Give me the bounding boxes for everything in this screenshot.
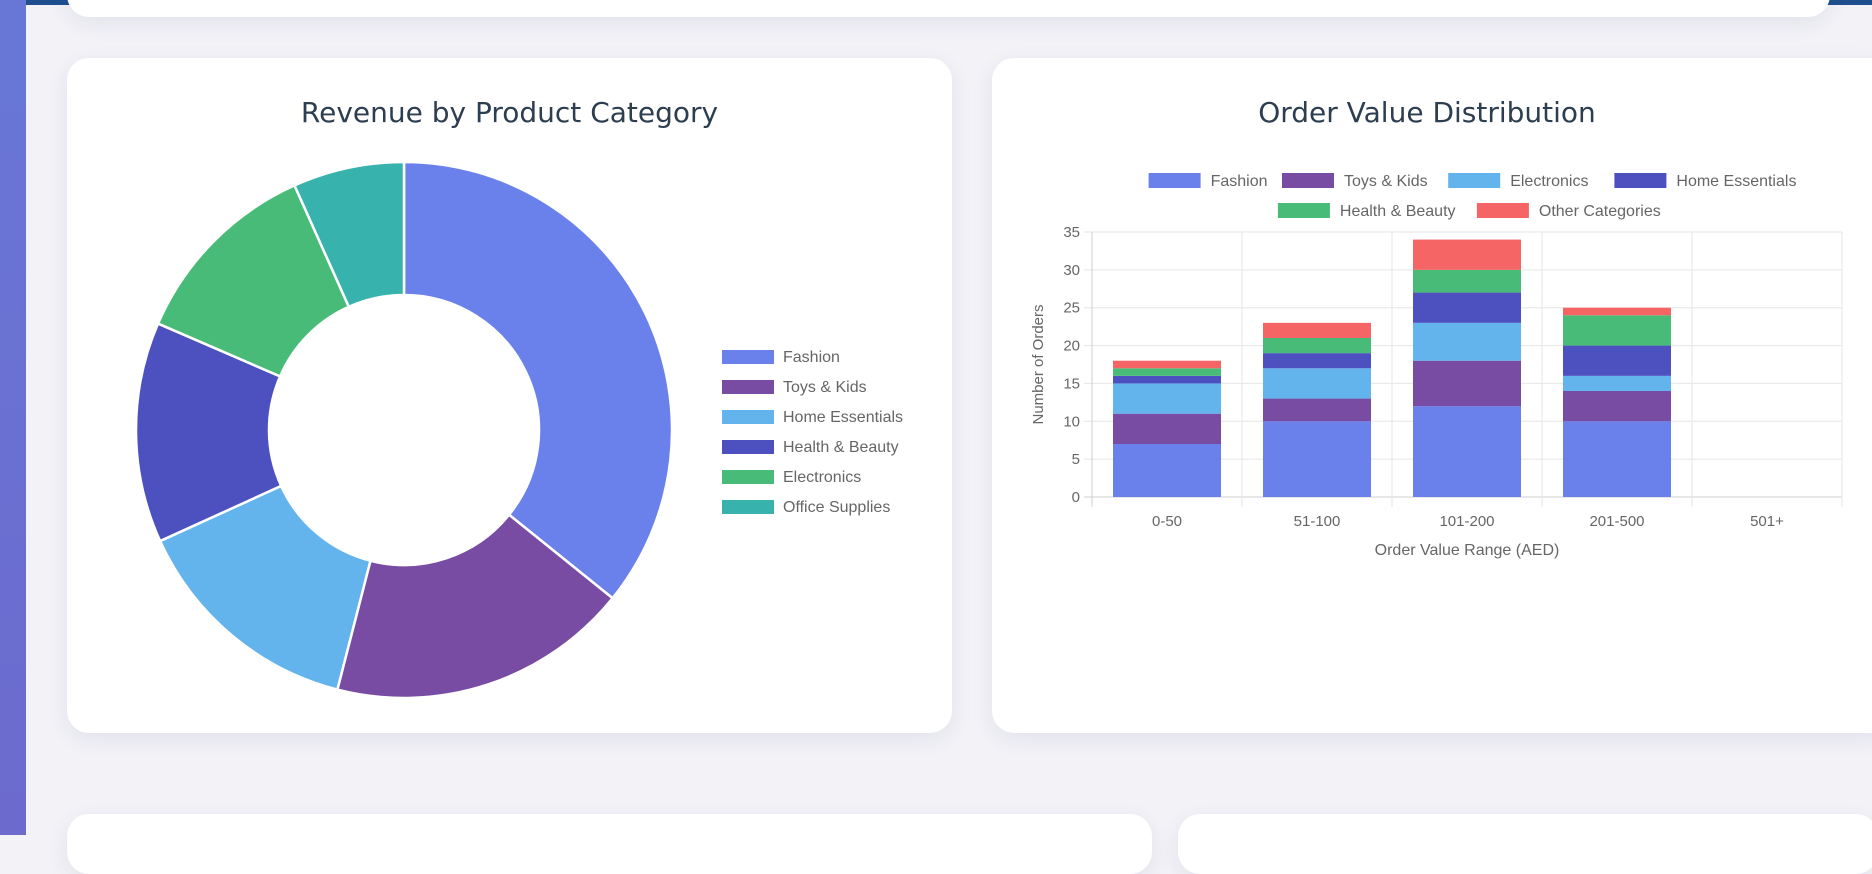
legend-label-fashion: Fashion [783,349,840,366]
bar-electronics-201-500 [1563,375,1671,391]
legend-swatch-fashion [722,350,774,364]
bar-fashion-0-50 [1113,444,1221,497]
order-value-distribution-card: Order Value Distribution 0 5 10 15 20 25 30 35 0… [992,58,1872,733]
bar-fashion-101-200 [1413,406,1521,497]
bar-home-essentials-101-200 [1413,292,1521,323]
y-tick-label: 15 [1063,375,1080,392]
legend-label-home-essentials: Home Essentials [783,409,903,426]
legend-label-health-and-beauty: Health & Beauty [1340,203,1456,220]
legend-swatch-toys-and-kids [1282,173,1334,188]
legend-swatch-electronics [1448,173,1501,188]
legend-label-health-and-beauty: Health & Beauty [783,439,899,456]
legend-swatch-fashion [1148,173,1201,188]
legend-label-other-categories: Other Categories [1539,203,1661,220]
revenue-by-category-card: Revenue by Product Category Fashion Toys … [67,58,952,733]
order-value-stacked-bar-chart: 0 5 10 15 20 25 30 35 0-50 51-100 101-200 201-500 50… [1030,173,1843,559]
sidebar-rail [0,0,26,835]
bar-health-and-beauty-101-200 [1413,269,1521,293]
x-tick-label-51-100: 51-100 [1294,513,1341,530]
bar-toys-and-kids-201-500 [1563,391,1671,422]
legend-label-electronics: Electronics [1510,173,1588,190]
x-tick-label-501: 501+ [1750,513,1784,530]
y-tick-label: 25 [1063,300,1080,317]
y-axis-title: Number of Orders [1030,304,1047,424]
legend-label-fashion: Fashion [1211,173,1268,190]
legend-swatch-toys-and-kids [722,380,774,394]
y-tick-label: 0 [1072,489,1080,506]
legend-label-home-essentials: Home Essentials [1676,173,1796,190]
bar-home-essentials-201-500 [1563,345,1671,376]
bar-health-and-beauty-201-500 [1563,315,1671,346]
bar-home-essentials-51-100 [1263,353,1371,369]
bar-other-categories-0-50 [1113,360,1221,369]
y-tick-label: 10 [1063,413,1080,430]
donut-slice-fashion [402,160,674,600]
bar-toys-and-kids-51-100 [1263,398,1371,422]
y-tick-label: 5 [1072,451,1080,468]
legend-swatch-office-supplies [722,500,774,514]
legend-swatch-home-essentials [1614,173,1667,188]
legend-swatch-other-categories [1476,203,1529,218]
y-tick-label: 30 [1063,262,1080,279]
bar-health-and-beauty-0-50 [1113,368,1221,376]
bar-other-categories-101-200 [1413,239,1521,270]
bar-other-categories-51-100 [1263,322,1371,338]
revenue-donut-chart: Fashion Toys & Kids Home Essentials Health … [134,160,903,700]
bar-toys-and-kids-101-200 [1413,360,1521,407]
x-tick-label-0-50: 0-50 [1152,513,1182,530]
bar-home-essentials-0-50 [1113,375,1221,384]
bar-fashion-51-100 [1263,421,1371,497]
bar-electronics-0-50 [1113,383,1221,414]
bar-fashion-201-500 [1563,421,1671,497]
legend-swatch-electronics [722,470,774,484]
bar-electronics-51-100 [1263,368,1371,399]
top-card [67,0,1830,17]
legend-swatch-health-and-beauty [1277,203,1330,218]
x-tick-label-201-500: 201-500 [1589,513,1644,530]
y-tick-label: 20 [1063,338,1080,355]
bar-electronics-101-200 [1413,322,1521,361]
legend-swatch-home-essentials [722,410,774,424]
bottom-left-card [67,814,1152,874]
legend-label-office-supplies: Office Supplies [783,499,890,516]
x-axis-title: Order Value Range (AED) [1375,542,1560,559]
legend-swatch-health-and-beauty [722,440,774,454]
x-tick-label-101-200: 101-200 [1439,513,1494,530]
y-tick-label: 35 [1063,224,1080,241]
legend-label-electronics: Electronics [783,469,861,486]
bar-toys-and-kids-0-50 [1113,413,1221,444]
bar-other-categories-201-500 [1563,307,1671,316]
legend-label-toys-and-kids: Toys & Kids [783,379,867,396]
bottom-right-card [1178,814,1872,874]
legend-label-toys-and-kids: Toys & Kids [1344,173,1428,190]
bar-health-and-beauty-51-100 [1263,338,1371,354]
